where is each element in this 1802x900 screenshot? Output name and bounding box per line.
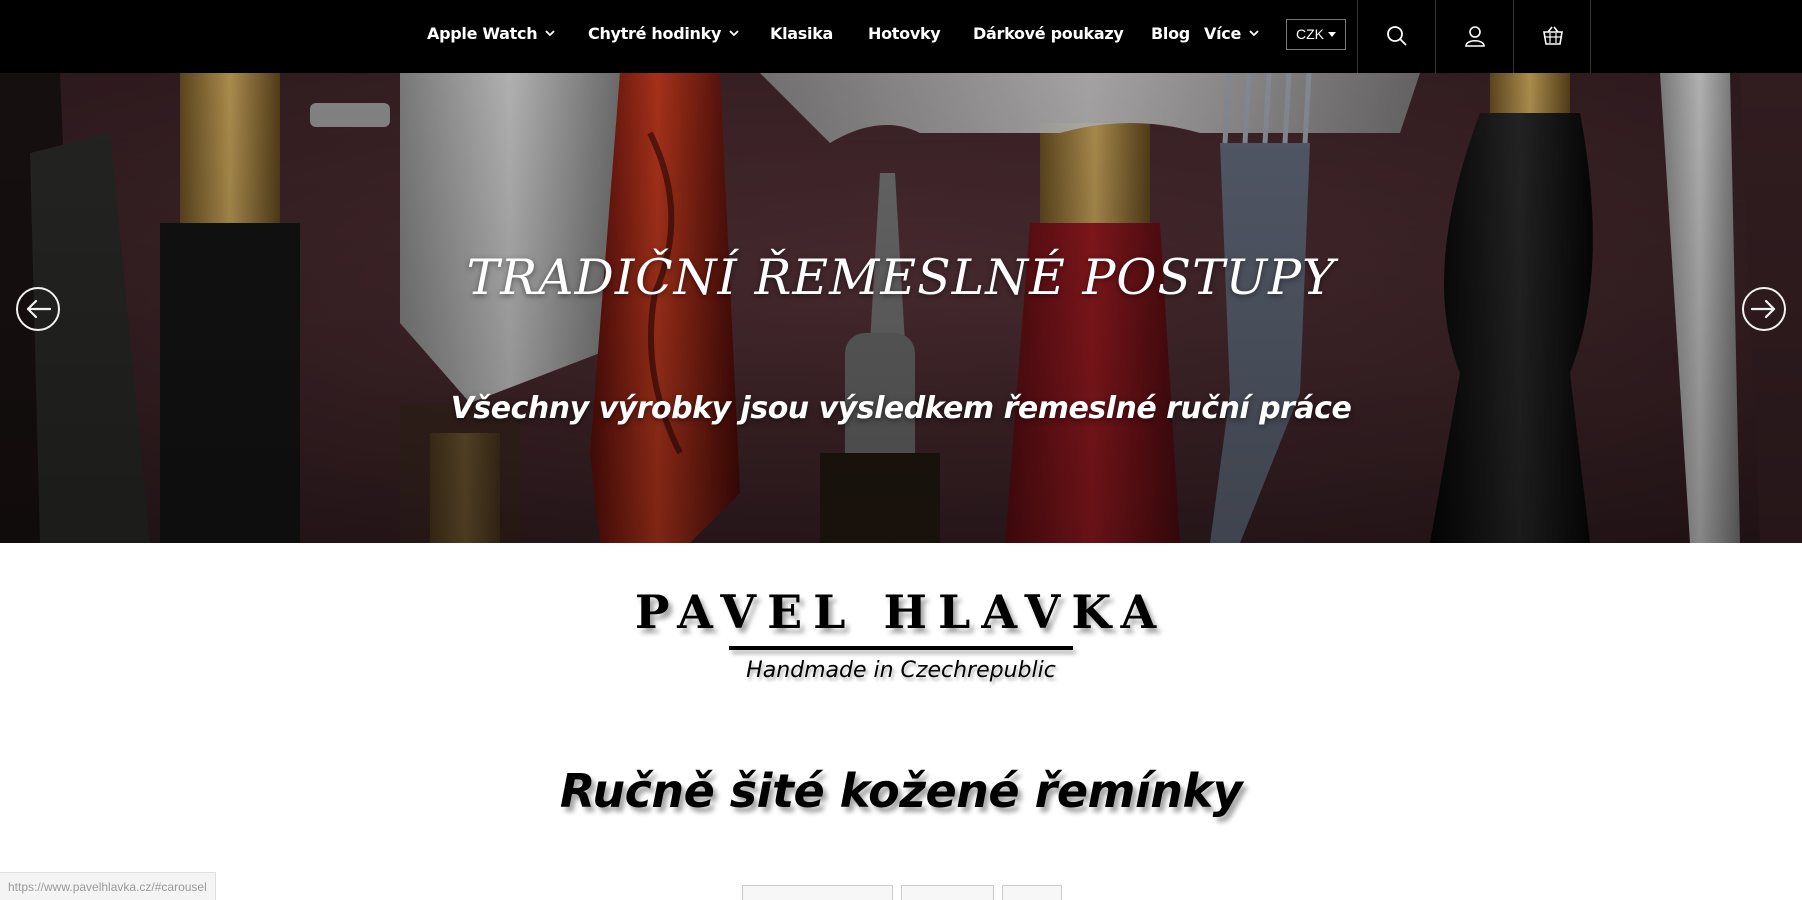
nav-label: Dárkové poukazy [973, 24, 1124, 43]
filter-button[interactable] [1002, 885, 1062, 900]
nav-item-apple-watch[interactable]: Apple Watch [427, 22, 556, 46]
nav-label: Více [1204, 24, 1242, 43]
chevron-down-icon [729, 30, 739, 37]
nav-label: Apple Watch [427, 24, 538, 43]
account-button[interactable] [1435, 0, 1513, 73]
brand-tagline: Handmade in Czechrepublic [746, 658, 1056, 683]
nav-label: Chytré hodinky [588, 24, 722, 43]
nav-item-klasika[interactable]: Klasika [770, 22, 833, 46]
nav-label: Blog [1151, 24, 1190, 43]
cart-icon [1543, 26, 1563, 45]
brand-divider [729, 646, 1073, 650]
search-button[interactable] [1357, 0, 1435, 73]
nav-item-chytre-hodinky[interactable]: Chytré hodinky [588, 22, 740, 46]
hero-carousel[interactable]: TRADIČNÍ ŘEMESLNÉ POSTUPY Všechny výrobk… [0, 73, 1802, 543]
hero-title: TRADIČNÍ ŘEMESLNÉ POSTUPY [466, 249, 1336, 306]
brand-logo-name: PAVEL HLAVKA [634, 585, 1168, 639]
currency-select[interactable]: CZK [1286, 19, 1346, 50]
arrow-left-icon [26, 299, 51, 319]
carousel-prev-button[interactable] [16, 287, 60, 331]
currency-value: CZK [1296, 26, 1324, 42]
nav-item-vice[interactable]: Více [1204, 22, 1260, 46]
nav-item-blog[interactable]: Blog [1151, 22, 1190, 46]
status-bar-url: https://www.pavelhlavka.cz/#carousel [0, 872, 216, 900]
carousel-next-button[interactable] [1742, 287, 1786, 331]
filter-button[interactable] [742, 885, 893, 900]
caret-down-icon [1328, 32, 1336, 37]
top-navigation: Apple Watch Chytré hodinky Klasika Hotov… [0, 0, 1802, 73]
chevron-down-icon [1249, 30, 1259, 37]
nav-item-darkove-poukazy[interactable]: Dárkové poukazy [973, 22, 1124, 46]
arrow-right-icon [1751, 299, 1776, 319]
filter-button[interactable] [901, 885, 994, 900]
nav-label: Hotovky [868, 24, 941, 43]
chevron-down-icon [545, 30, 555, 37]
search-icon [1387, 26, 1407, 46]
cart-button[interactable] [1513, 0, 1591, 73]
nav-label: Klasika [770, 24, 834, 43]
hero-subtitle: Všechny výrobky jsou výsledkem řemeslné … [450, 391, 1352, 426]
section-title: Ručně šité kožené řemínky [559, 764, 1243, 818]
user-icon [1465, 26, 1485, 47]
hero-background-image [0, 73, 1802, 543]
nav-item-hotovky[interactable]: Hotovky [868, 22, 941, 46]
